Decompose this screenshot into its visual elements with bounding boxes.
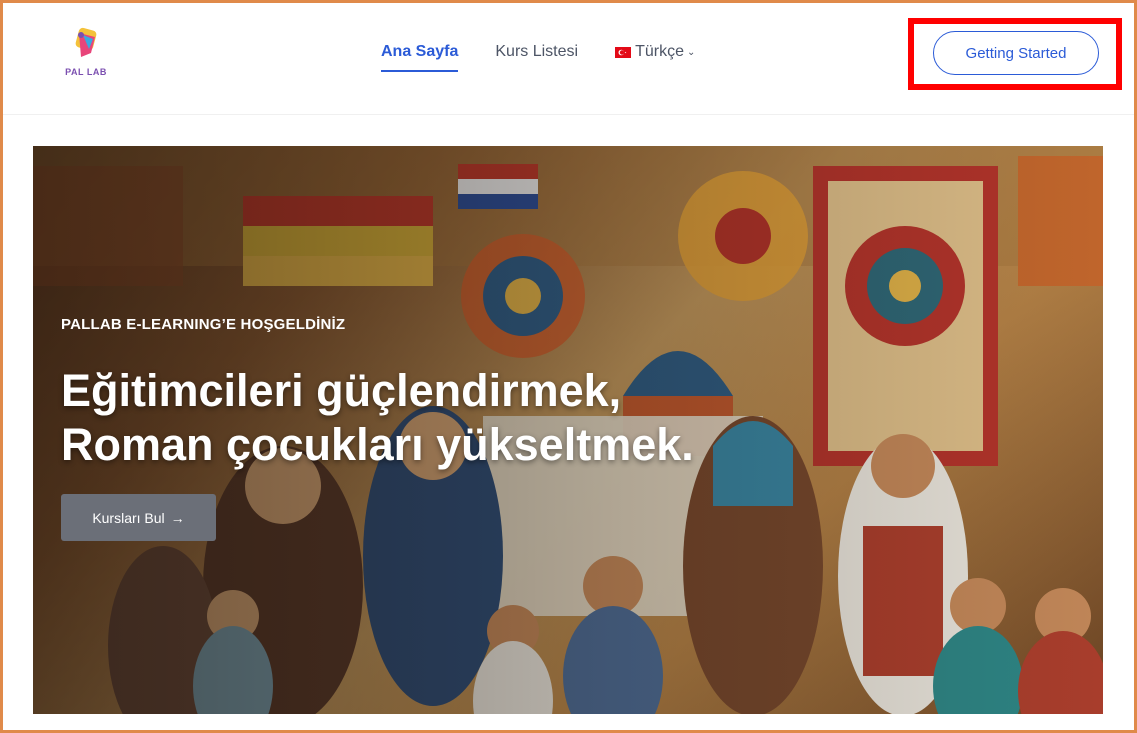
hero-title-line-2: Roman çocukları yükseltmek.	[61, 419, 694, 470]
find-courses-label: Kursları Bul	[92, 509, 165, 526]
logo-text: PAL LAB	[65, 67, 107, 77]
hero-kicker: PALLAB E-LEARNING’E HOŞGELDİNİZ	[61, 316, 346, 333]
arrow-right-icon: →	[170, 509, 185, 526]
nav-item-language[interactable]: Türkçe ⌄	[615, 43, 695, 61]
hero-title: Eğitimcileri güçlendirmek, Roman çocukla…	[61, 364, 821, 472]
turkey-flag-icon	[615, 46, 632, 58]
hero-title-line-1: Eğitimcileri güçlendirmek,	[61, 365, 622, 416]
getting-started-button[interactable]: Getting Started	[933, 31, 1099, 75]
main-nav: Ana Sayfa Kurs Listesi Türkçe ⌄	[381, 43, 732, 72]
hero-banner: PALLAB E-LEARNING’E HOŞGELDİNİZ Eğitimci…	[33, 146, 1103, 714]
logo[interactable]: PAL LAB	[61, 27, 111, 85]
chevron-down-icon: ⌄	[686, 46, 696, 58]
find-courses-button[interactable]: Kursları Bul →	[61, 494, 216, 541]
nav-item-ana-sayfa[interactable]: Ana Sayfa	[381, 43, 459, 72]
site-header: PAL LAB Ana Sayfa Kurs Listesi Türkçe ⌄ …	[3, 3, 1134, 115]
pal-lab-logo-icon	[75, 27, 97, 57]
language-label: Türkçe	[635, 43, 684, 60]
nav-item-kurs-listesi[interactable]: Kurs Listesi	[495, 43, 578, 61]
